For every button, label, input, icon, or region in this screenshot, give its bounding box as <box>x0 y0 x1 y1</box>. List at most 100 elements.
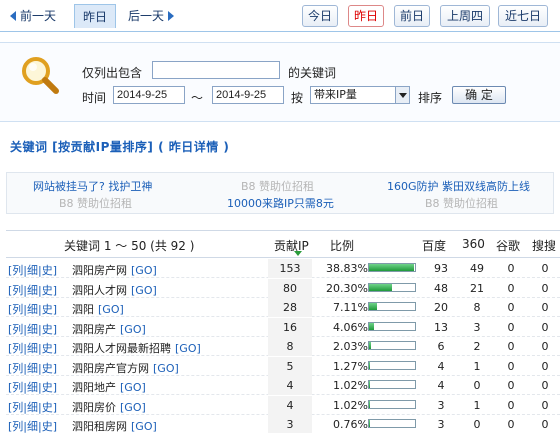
google-cell: 0 <box>507 301 515 314</box>
row-action-links[interactable]: [列|细|史] <box>8 321 57 337</box>
contrib-ip-cell: 4 <box>286 379 294 392</box>
table-row: [列|细|史] 泗阳房产网 [GO] 153 38.83% 93 49 0 0 <box>6 259 560 278</box>
table-row: [列|细|史] 泗阳人才网 [GO] 80 20.30% 48 21 0 0 <box>6 278 560 298</box>
sort-label: 排序 <box>418 91 443 105</box>
keyword-cell: 泗阳房产官方网 [GO] <box>72 360 179 376</box>
confirm-button[interactable]: 确 定 <box>452 86 506 104</box>
header-360[interactable]: 360 <box>462 237 485 251</box>
date-to-input[interactable] <box>212 86 284 104</box>
s360-cell: 0 <box>473 379 481 392</box>
contrib-ip-cell: 3 <box>286 418 294 431</box>
ratio-percent-cell: 38.83% <box>326 262 368 275</box>
keyword-link[interactable]: 泗阳人才网 <box>72 284 127 297</box>
keyword-filter-input[interactable] <box>152 61 280 79</box>
baidu-cell: 20 <box>434 301 448 314</box>
table-row: [列|细|史] 泗阳租房网 [GO] 3 0.76% 3 0 0 0 <box>6 415 560 433</box>
ad-slot-2[interactable]: B8 赞助位招租 <box>241 178 314 194</box>
keyword-link[interactable]: 泗阳房价 <box>72 401 116 414</box>
tab-today[interactable]: 今日 <box>302 5 338 27</box>
next-day-label: 后一天 <box>128 9 165 23</box>
row-action-links[interactable]: [列|细|史] <box>8 360 57 376</box>
table-row: [列|细|史] 泗阳房价 [GO] 4 1.02% 3 1 0 0 <box>6 395 560 415</box>
baidu-cell: 48 <box>434 281 448 295</box>
google-cell: 0 <box>507 359 515 373</box>
sponsor-ads: 网站被挂马了? 找护卫神 B8 赞助位招租 160G防护 紫田双线高防上线 B8… <box>6 172 554 214</box>
keyword-link[interactable]: 泗阳租房网 <box>72 420 127 433</box>
tab-yesterday[interactable]: 昨日 <box>348 5 384 27</box>
keyword-link[interactable]: 泗阳地产 <box>72 381 116 394</box>
ratio-bar <box>368 360 416 370</box>
keyword-link[interactable]: 泗阳房产官方网 <box>72 362 149 375</box>
ratio-bar <box>368 380 416 389</box>
ad-slot-4[interactable]: B8 赞助位招租 <box>59 195 132 211</box>
go-link[interactable]: [GO] <box>131 420 157 433</box>
prev-day-label: 前一天 <box>20 9 57 23</box>
tab-last-thursday[interactable]: 上周四 <box>440 5 490 27</box>
keyword-cell: 泗阳人才网最新招聘 [GO] <box>72 340 201 356</box>
next-day-button[interactable]: 后一天 <box>128 6 175 26</box>
row-action-links[interactable]: [列|细|史] <box>8 301 57 317</box>
go-link[interactable]: [GO] <box>98 303 124 316</box>
contrib-ip-cell: 5 <box>286 359 294 373</box>
ad-link-5[interactable]: 10000来路IP只需8元 <box>227 195 334 211</box>
header-baidu[interactable]: 百度 <box>422 237 446 254</box>
go-link[interactable]: [GO] <box>153 362 179 375</box>
keyword-link[interactable]: 泗阳房产网 <box>72 264 127 277</box>
row-action-links[interactable]: [列|细|史] <box>8 418 57 433</box>
header-sogou[interactable]: 搜搜 <box>532 237 556 254</box>
sogou-cell: 0 <box>541 379 549 392</box>
sort-select[interactable]: 带来IP量 <box>310 86 410 104</box>
contrib-ip-cell: 16 <box>283 320 297 334</box>
table-row: [列|细|史] 泗阳地产 [GO] 4 1.02% 4 0 0 0 <box>6 376 560 395</box>
date-nav-bar: 前一天 昨日 后一天 今日 昨日 前日 上周四 近七日 <box>0 0 560 32</box>
ratio-bar-fill <box>369 342 371 349</box>
go-link[interactable]: [GO] <box>120 401 146 414</box>
ratio-percent-cell: 2.03% <box>333 340 368 353</box>
keyword-link[interactable]: 泗阳房产 <box>72 323 116 336</box>
row-action-links[interactable]: [列|细|史] <box>8 282 57 298</box>
go-link[interactable]: [GO] <box>175 342 201 355</box>
tab-last-seven-days[interactable]: 近七日 <box>498 5 548 27</box>
row-action-links[interactable]: [列|细|史] <box>8 262 57 278</box>
tab-day-before[interactable]: 前日 <box>394 5 430 27</box>
ad-link-1[interactable]: 网站被挂马了? 找护卫神 <box>33 178 152 194</box>
contrib-ip-cell: 80 <box>283 281 297 295</box>
s360-cell: 49 <box>470 262 484 275</box>
keyword-cell: 泗阳 [GO] <box>72 301 124 317</box>
row-action-links[interactable]: [列|细|史] <box>8 379 57 395</box>
go-link[interactable]: [GO] <box>120 381 146 394</box>
header-google[interactable]: 谷歌 <box>496 237 520 254</box>
google-cell: 0 <box>507 281 515 295</box>
keyword-link[interactable]: 泗阳 <box>72 303 94 316</box>
ratio-bar-fill <box>369 400 370 408</box>
ratio-bar-fill <box>369 381 370 388</box>
ratio-bar <box>368 263 416 272</box>
ratio-percent-cell: 4.06% <box>333 320 368 334</box>
sogou-cell: 0 <box>541 262 549 275</box>
ratio-bar <box>368 302 416 311</box>
sogou-cell: 0 <box>541 281 549 295</box>
section-heading[interactable]: 关键词 [按贡献IP量排序] ( 昨日详情 ) <box>10 138 229 155</box>
ad-link-3[interactable]: 160G防护 紫田双线高防上线 <box>387 178 530 194</box>
magnifier-icon <box>22 57 59 94</box>
keyword-cell: 泗阳地产 [GO] <box>72 379 146 395</box>
row-action-links[interactable]: [列|细|史] <box>8 399 57 415</box>
go-link[interactable]: [GO] <box>131 284 157 297</box>
ratio-percent-cell: 1.02% <box>333 379 368 392</box>
s360-cell: 3 <box>473 320 481 334</box>
go-link[interactable]: [GO] <box>131 264 157 277</box>
google-cell: 0 <box>507 340 515 353</box>
date-from-input[interactable] <box>113 86 185 104</box>
table-header: 关键词 1 ～ 50 (共 92 ) 贡献IP 比例 百度 360 谷歌 搜搜 <box>6 230 560 258</box>
ad-slot-6[interactable]: B8 赞助位招租 <box>425 195 498 211</box>
ratio-bar-fill <box>369 322 374 330</box>
header-contrib-ip[interactable]: 贡献IP <box>274 237 309 254</box>
row-action-links[interactable]: [列|细|史] <box>8 340 57 356</box>
keyword-link[interactable]: 泗阳人才网最新招聘 <box>72 342 171 355</box>
sogou-cell: 0 <box>541 340 549 353</box>
ratio-bar-fill <box>369 420 370 427</box>
table-row: [列|细|史] 泗阳房产官方网 [GO] 5 1.27% 4 1 0 0 <box>6 356 560 376</box>
contrib-ip-cell: 8 <box>286 340 294 353</box>
prev-day-button[interactable]: 前一天 <box>10 6 56 26</box>
go-link[interactable]: [GO] <box>120 323 146 336</box>
